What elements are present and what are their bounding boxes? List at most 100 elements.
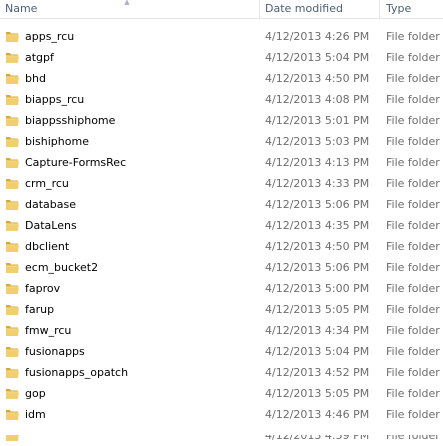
folder-icon bbox=[5, 71, 20, 86]
file-date-modified: 4/12/2013 5:01 PM bbox=[265, 114, 370, 127]
file-name: Capture-FormsRec bbox=[25, 156, 127, 169]
folder-icon bbox=[5, 197, 20, 212]
file-name: atgpf bbox=[25, 51, 54, 64]
file-row[interactable]: biapps_rcu 4/12/2013 4:08 PM File folder bbox=[0, 89, 443, 110]
file-name: DataLens bbox=[25, 219, 77, 232]
file-date-modified: 4/12/2013 4:34 PM bbox=[265, 324, 370, 337]
file-date-modified: 4/12/2013 4:26 PM bbox=[265, 30, 370, 43]
file-date-modified: 4/12/2013 5:04 PM bbox=[265, 51, 370, 64]
file-type: File folder bbox=[386, 429, 440, 442]
file-type: File folder bbox=[386, 387, 440, 400]
file-name: bishiphome bbox=[25, 135, 89, 148]
file-date-modified: 4/12/2013 5:00 PM bbox=[265, 282, 370, 295]
file-row[interactable]: fmw_rcu 4/12/2013 4:34 PM File folder bbox=[0, 320, 443, 341]
file-row[interactable]: bishiphome 4/12/2013 5:03 PM File folder bbox=[0, 131, 443, 152]
file-row[interactable]: 4/12/2013 4:59 PM File folder bbox=[0, 425, 443, 446]
file-type: File folder bbox=[386, 240, 440, 253]
file-row[interactable]: fusionapps 4/12/2013 5:04 PM File folder bbox=[0, 341, 443, 362]
file-date-modified: 4/12/2013 4:33 PM bbox=[265, 177, 370, 190]
file-type: File folder bbox=[386, 30, 440, 43]
file-row[interactable]: atgpf 4/12/2013 5:04 PM File folder bbox=[0, 47, 443, 68]
file-name: dbclient bbox=[25, 240, 70, 253]
file-row[interactable]: fusionapps_opatch 4/12/2013 4:52 PM File f… bbox=[0, 362, 443, 383]
file-name: biapps_rcu bbox=[25, 93, 85, 106]
file-type: File folder bbox=[386, 198, 440, 211]
file-name: database bbox=[25, 198, 76, 211]
list-viewport-edge bbox=[0, 430, 443, 435]
column-header-bar: Name ▲ Date modified Type bbox=[0, 0, 443, 19]
file-row[interactable]: ecm_bucket2 4/12/2013 5:06 PM File folder bbox=[0, 257, 443, 278]
file-type: File folder bbox=[386, 156, 440, 169]
file-row[interactable]: faprov 4/12/2013 5:00 PM File folder bbox=[0, 278, 443, 299]
file-row[interactable]: biappsshiphome 4/12/2013 5:01 PM File fold… bbox=[0, 110, 443, 131]
folder-icon bbox=[5, 260, 20, 275]
folder-icon bbox=[5, 302, 20, 317]
file-row[interactable]: gop 4/12/2013 5:05 PM File folder bbox=[0, 383, 443, 404]
folder-icon bbox=[5, 29, 20, 44]
file-date-modified: 4/12/2013 4:08 PM bbox=[265, 93, 370, 106]
file-date-modified: 4/12/2013 4:59 PM bbox=[265, 429, 370, 442]
column-divider[interactable] bbox=[379, 0, 380, 18]
file-row[interactable]: bhd 4/12/2013 4:50 PM File folder bbox=[0, 68, 443, 89]
file-name: apps_rcu bbox=[25, 30, 75, 43]
file-name: faprov bbox=[25, 282, 61, 295]
file-row[interactable]: crm_rcu 4/12/2013 4:33 PM File folder bbox=[0, 173, 443, 194]
file-list: apps_rcu 4/12/2013 4:26 PM File folder atgp… bbox=[0, 26, 443, 446]
column-header-type[interactable]: Type bbox=[386, 0, 443, 18]
file-date-modified: 4/12/2013 5:06 PM bbox=[265, 261, 370, 274]
folder-icon bbox=[5, 218, 20, 233]
file-type: File folder bbox=[386, 51, 440, 64]
folder-icon bbox=[5, 155, 20, 170]
file-type: File folder bbox=[386, 219, 440, 232]
file-type: File folder bbox=[386, 366, 440, 379]
folder-icon bbox=[5, 176, 20, 191]
folder-icon bbox=[5, 386, 20, 401]
sort-ascending-icon: ▲ bbox=[124, 0, 130, 6]
folder-icon bbox=[5, 365, 20, 380]
file-type: File folder bbox=[386, 324, 440, 337]
file-name: ecm_bucket2 bbox=[25, 261, 99, 274]
file-name: idm bbox=[25, 408, 46, 421]
folder-icon bbox=[5, 281, 20, 296]
folder-icon bbox=[5, 323, 20, 338]
folder-icon bbox=[5, 50, 20, 65]
file-row[interactable]: database 4/12/2013 5:06 PM File folder bbox=[0, 194, 443, 215]
folder-icon bbox=[5, 134, 20, 149]
file-date-modified: 4/12/2013 5:05 PM bbox=[265, 387, 370, 400]
file-row[interactable]: idm 4/12/2013 4:46 PM File folder bbox=[0, 404, 443, 425]
file-type: File folder bbox=[386, 177, 440, 190]
file-name: fmw_rcu bbox=[25, 324, 72, 337]
file-name: fusionapps bbox=[25, 345, 85, 358]
column-divider[interactable] bbox=[259, 0, 260, 18]
file-date-modified: 4/12/2013 5:05 PM bbox=[265, 303, 370, 316]
file-type: File folder bbox=[386, 114, 440, 127]
file-row[interactable]: DataLens 4/12/2013 4:35 PM File folder bbox=[0, 215, 443, 236]
file-date-modified: 4/12/2013 5:03 PM bbox=[265, 135, 370, 148]
file-row[interactable]: farup 4/12/2013 5:05 PM File folder bbox=[0, 299, 443, 320]
file-type: File folder bbox=[386, 345, 440, 358]
file-date-modified: 4/12/2013 5:06 PM bbox=[265, 198, 370, 211]
file-type: File folder bbox=[386, 135, 440, 148]
file-date-modified: 4/12/2013 4:46 PM bbox=[265, 408, 370, 421]
file-type: File folder bbox=[386, 261, 440, 274]
file-name: fusionapps_opatch bbox=[25, 366, 129, 379]
file-row[interactable]: apps_rcu 4/12/2013 4:26 PM File folder bbox=[0, 26, 443, 47]
file-date-modified: 4/12/2013 4:52 PM bbox=[265, 366, 370, 379]
column-header-date-modified[interactable]: Date modified bbox=[265, 0, 375, 18]
folder-icon bbox=[5, 239, 20, 254]
file-row[interactable]: dbclient 4/12/2013 4:50 PM File folder bbox=[0, 236, 443, 257]
file-name: crm_rcu bbox=[25, 177, 69, 190]
file-type: File folder bbox=[386, 282, 440, 295]
file-date-modified: 4/12/2013 4:13 PM bbox=[265, 156, 370, 169]
file-date-modified: 4/12/2013 4:50 PM bbox=[265, 240, 370, 253]
file-name: bhd bbox=[25, 72, 46, 85]
folder-icon bbox=[5, 113, 20, 128]
file-date-modified: 4/12/2013 5:04 PM bbox=[265, 345, 370, 358]
folder-icon bbox=[5, 92, 20, 107]
file-row[interactable]: Capture-FormsRec 4/12/2013 4:13 PM File fo… bbox=[0, 152, 443, 173]
file-type: File folder bbox=[386, 93, 440, 106]
file-name: farup bbox=[25, 303, 55, 316]
folder-icon bbox=[5, 344, 20, 359]
file-type: File folder bbox=[386, 303, 440, 316]
file-name: biappsshiphome bbox=[25, 114, 116, 127]
